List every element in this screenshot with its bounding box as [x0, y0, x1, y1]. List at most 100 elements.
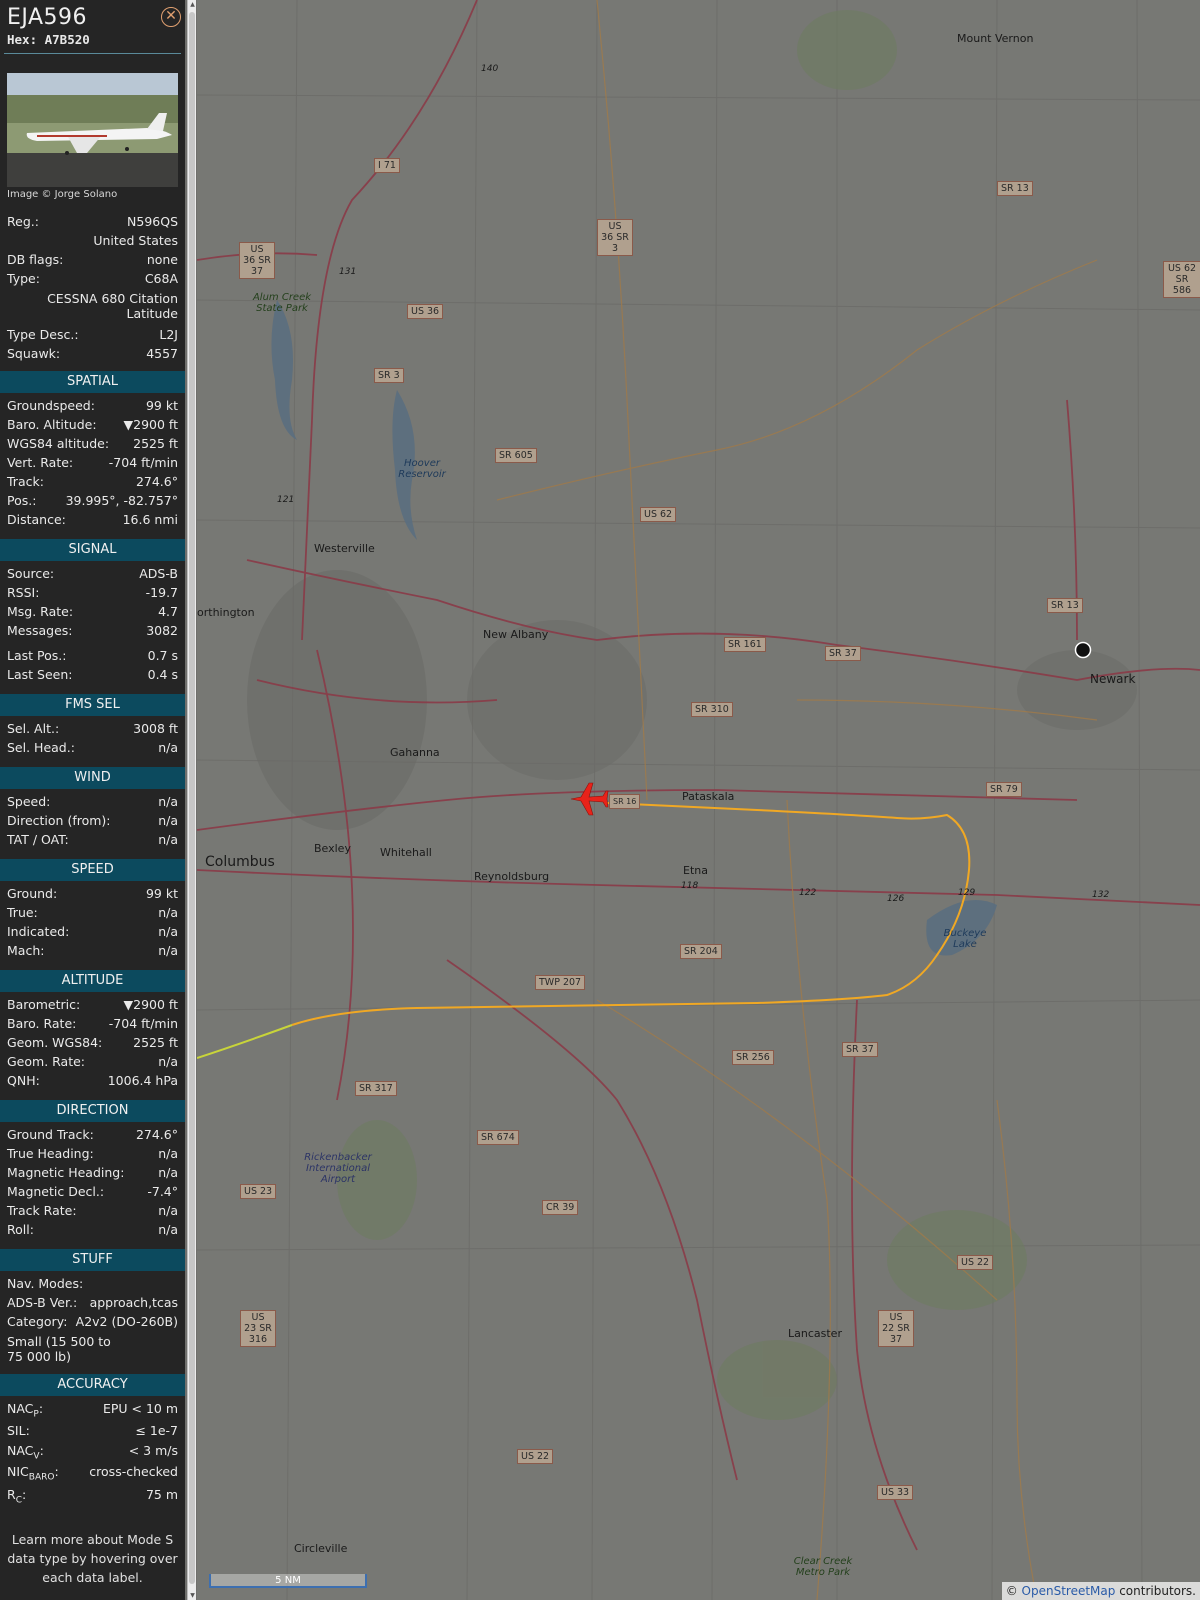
- road-shield: US 62 SR 586: [1163, 261, 1200, 298]
- indicated-speed-label[interactable]: Indicated:: [7, 924, 69, 939]
- reg-value[interactable]: N596QS: [127, 214, 178, 229]
- last-pos-label[interactable]: Last Pos.:: [7, 648, 66, 663]
- ground-track-label[interactable]: Ground Track:: [7, 1127, 94, 1142]
- source-value: ADS-B: [139, 566, 178, 581]
- roll-label[interactable]: Roll:: [7, 1222, 34, 1237]
- baro-rate-label[interactable]: Baro. Rate:: [7, 1016, 76, 1031]
- squawk-label[interactable]: Squawk:: [7, 346, 60, 361]
- geom-wgs84-label[interactable]: Geom. WGS84:: [7, 1035, 102, 1050]
- typedesc-label[interactable]: Type Desc.:: [7, 327, 79, 342]
- place-label: Reynoldsburg: [474, 870, 550, 883]
- geom-rate-label[interactable]: Geom. Rate:: [7, 1054, 85, 1069]
- direction-row: Magnetic Decl.: -7.4°: [7, 1184, 178, 1202]
- altitude-row: Baro. Rate: -704 ft/min: [7, 1016, 178, 1034]
- last-seen-label[interactable]: Last Seen:: [7, 667, 72, 682]
- magnetic-heading-label[interactable]: Magnetic Heading:: [7, 1165, 124, 1180]
- roll-value: n/a: [158, 1222, 178, 1237]
- section-speed: SPEED: [0, 859, 185, 881]
- vert-rate-label[interactable]: Vert. Rate:: [7, 455, 73, 470]
- msg-rate-value: 4.7: [158, 604, 178, 619]
- type-value: C68A: [144, 271, 178, 286]
- category-desc-line-2: 75 000 lb): [7, 1349, 71, 1364]
- sil-label[interactable]: SIL:: [7, 1423, 30, 1438]
- nicbaro-label[interactable]: NICBARO:: [7, 1464, 59, 1483]
- wind-speed-label[interactable]: Speed:: [7, 794, 50, 809]
- rssi-label[interactable]: RSSI:: [7, 585, 39, 600]
- category-desc-line-1: Small (15 500 to: [7, 1334, 111, 1349]
- help-line-3: each data label.: [42, 1570, 143, 1585]
- last-seen-value: 0.4 s: [147, 667, 178, 682]
- category-value: A2v2 (DO-260B): [75, 1314, 178, 1329]
- magnetic-decl-label[interactable]: Magnetic Decl.:: [7, 1184, 104, 1199]
- category-desc: Small (15 500 to 75 000 lb): [7, 1334, 178, 1364]
- speed-row: Indicated: n/a: [7, 924, 178, 942]
- place-label: Etna: [683, 864, 708, 877]
- spatial-row: Groundspeed: 99 kt: [7, 398, 178, 416]
- altitude-row: Barometric: ▼2900 ft: [7, 997, 178, 1015]
- scroll-up-icon[interactable]: ▲: [188, 1, 197, 8]
- tat-oat-label[interactable]: TAT / OAT:: [7, 832, 69, 847]
- track-label[interactable]: Track:: [7, 474, 44, 489]
- road-shield: US 62: [640, 507, 677, 522]
- nacp-value: EPU < 10 m: [102, 1401, 178, 1416]
- sel-head-label[interactable]: Sel. Head.:: [7, 740, 75, 755]
- fms-row: Sel. Alt.: 3008 ft: [7, 721, 178, 739]
- messages-value: 3082: [146, 623, 178, 638]
- source-label[interactable]: Source:: [7, 566, 54, 581]
- ground-speed-label[interactable]: Ground:: [7, 886, 57, 901]
- nacp-label[interactable]: NACP:: [7, 1401, 43, 1420]
- nicbaro-row: NICBARO: cross-checked: [7, 1464, 178, 1483]
- aircraft-marker-icon[interactable]: [569, 781, 609, 817]
- msg-rate-label[interactable]: Msg. Rate:: [7, 604, 73, 619]
- nicbaro-label-main: NIC: [7, 1464, 29, 1479]
- adsb-label[interactable]: ADS-B Ver.:: [7, 1295, 77, 1310]
- aircraft-photo[interactable]: [7, 73, 178, 187]
- road-shield: SR 16: [609, 794, 641, 809]
- receiver-location-icon: [1074, 641, 1092, 659]
- wind-direction-label[interactable]: Direction (from):: [7, 813, 111, 828]
- sel-alt-label[interactable]: Sel. Alt.:: [7, 721, 59, 736]
- reg-row: Reg.: N596QS: [7, 214, 178, 232]
- spatial-row: Pos.: 39.995°, -82.757°: [7, 493, 178, 511]
- map-view[interactable]: Mount Vernon Westerville New Albany Newa…: [197, 0, 1200, 1600]
- groundspeed-label[interactable]: Groundspeed:: [7, 398, 95, 413]
- squawk-row: Squawk: 4557: [7, 346, 178, 364]
- scroll-down-icon[interactable]: ▼: [188, 1592, 197, 1599]
- typedesc-value: L2J: [159, 327, 178, 342]
- mach-label[interactable]: Mach:: [7, 943, 44, 958]
- true-speed-label[interactable]: True:: [7, 905, 38, 920]
- type-name-line-2: Latitude: [126, 306, 178, 321]
- nacv-label[interactable]: NACV:: [7, 1443, 44, 1462]
- sidebar-scrollbar[interactable]: ▲ ▼: [187, 0, 196, 1600]
- true-speed-value: n/a: [158, 905, 178, 920]
- distance-label[interactable]: Distance:: [7, 512, 66, 527]
- qnh-label[interactable]: QNH:: [7, 1073, 40, 1088]
- baro-altitude-label[interactable]: Baro. Altitude:: [7, 417, 97, 432]
- road-shield: US 23: [240, 1184, 277, 1199]
- scrollbar-thumb[interactable]: [189, 12, 195, 1584]
- close-icon[interactable]: ✕: [161, 7, 181, 27]
- spatial-row: Baro. Altitude: ▼2900 ft: [7, 417, 178, 435]
- sel-head-value: n/a: [158, 740, 178, 755]
- category-label[interactable]: Category:: [7, 1314, 67, 1329]
- navmodes-label[interactable]: Nav. Modes:: [7, 1276, 83, 1291]
- barometric-label[interactable]: Barometric:: [7, 997, 80, 1012]
- park-label: Clear Creek Metro Park: [793, 1556, 853, 1578]
- true-heading-label[interactable]: True Heading:: [7, 1146, 94, 1161]
- rssi-value: -19.7: [145, 585, 178, 600]
- place-label: New Albany: [483, 628, 549, 641]
- nacv-value: < 3 m/s: [128, 1443, 178, 1458]
- wgs84-altitude-label[interactable]: WGS84 altitude:: [7, 436, 109, 451]
- messages-label[interactable]: Messages:: [7, 623, 73, 638]
- dbflags-label[interactable]: DB flags:: [7, 252, 63, 267]
- track-rate-label[interactable]: Track Rate:: [7, 1203, 77, 1218]
- road-number: 140: [481, 64, 499, 74]
- reg-label[interactable]: Reg.:: [7, 214, 39, 229]
- osm-link[interactable]: OpenStreetMap: [1022, 1584, 1116, 1598]
- type-label[interactable]: Type:: [7, 271, 40, 286]
- fms-row: Sel. Head.: n/a: [7, 740, 178, 758]
- pos-label[interactable]: Pos.:: [7, 493, 36, 508]
- rc-label[interactable]: RC:: [7, 1487, 26, 1506]
- wind-row: Speed: n/a: [7, 794, 178, 812]
- hex-code: Hex: A7B520: [7, 32, 90, 47]
